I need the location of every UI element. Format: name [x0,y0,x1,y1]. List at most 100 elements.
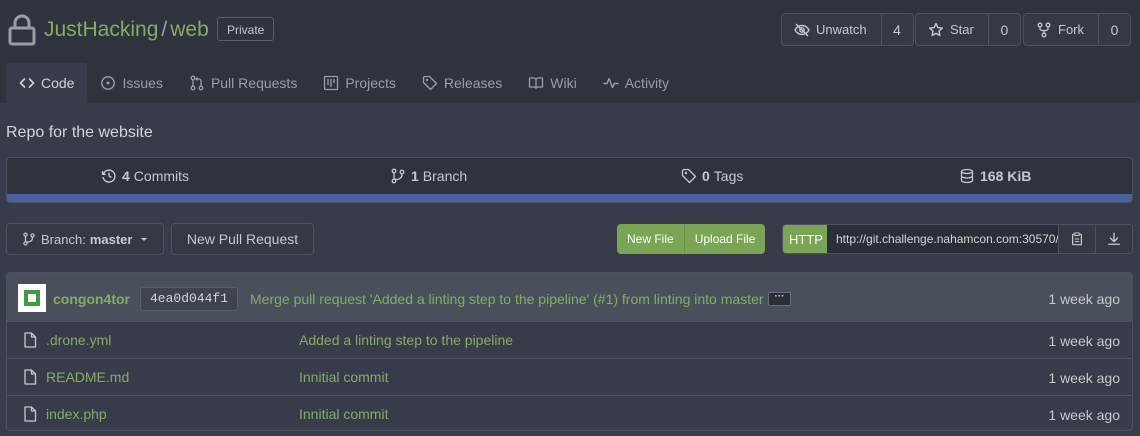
branch-name: master [89,231,133,247]
file-icon [24,369,37,385]
lock-icon [8,14,36,46]
new-pull-request-button[interactable]: New Pull Request [171,223,314,255]
tags-label: Tags [713,168,744,184]
tab-wiki[interactable]: Wiki [515,63,589,103]
repo-name-link[interactable]: web [170,18,209,41]
tab-code-label: Code [41,75,75,91]
unwatch-button[interactable]: Unwatch [782,14,882,45]
download-icon [1108,232,1120,245]
file-icon [24,332,37,348]
tab-issues-label: Issues [122,75,163,91]
commit-time: 1 week ago [1048,291,1120,307]
tab-pull-requests-label: Pull Requests [210,75,298,91]
language-bar[interactable] [7,194,1132,202]
file-table: congon4tor 4ea0d044f1 Merge pull request… [6,272,1133,431]
star-icon [929,22,943,36]
commits-label: Commits [133,168,190,184]
file-name[interactable]: index.php [46,406,107,422]
branch-dropdown[interactable]: Branch: master [6,223,164,255]
visibility-badge: Private [217,17,275,41]
new-file-button[interactable]: New File [617,224,684,254]
branches-count: 1 [411,168,419,184]
caret-down-icon [141,238,148,241]
branches-stat[interactable]: 1 Branch [390,158,467,194]
copy-url-button[interactable] [1058,225,1095,253]
branch-icon [23,232,35,246]
repo-title: JustHacking / web [44,17,209,43]
commit-sha[interactable]: 4ea0d044f1 [140,287,239,311]
branch-prefix: Branch: [41,231,86,247]
file-name[interactable]: README.md [46,369,129,385]
branches-label: Branch [422,168,468,184]
clone-box: HTTP http://git.challenge.nahamcon.com:3… [782,224,1133,254]
repo-tabs: Code Issues Pull Requests Projects Relea… [6,63,682,103]
commits-count: 4 [122,168,130,184]
commit-expand-button[interactable]: ··· [768,292,791,306]
repo-owner-link[interactable]: JustHacking [44,18,158,41]
file-commit-message[interactable]: Innitial commit [299,369,388,385]
commit-message[interactable]: Merge pull request 'Added a linting step… [250,291,764,307]
pull-request-icon [190,75,204,91]
code-icon [19,78,35,88]
database-icon [960,168,974,184]
file-time: 1 week ago [1048,407,1120,423]
commit-author[interactable]: congon4tor [53,291,130,307]
tab-issues[interactable]: Issues [87,63,175,103]
branch-icon [391,168,405,184]
star-button-group: Star 0 [915,13,1021,46]
repo-title-separator: / [161,18,168,41]
table-row: .drone.yml Added a linting step to the p… [7,321,1132,359]
tags-stat[interactable]: 0 Tags [681,158,743,194]
star-label: Star [950,22,974,37]
repo-description: Repo for the website [6,124,153,141]
repo-stats-bar: 4 Commits 1 Branch 0 Tags 168 KiB [6,157,1133,203]
watch-count[interactable]: 4 [882,14,913,45]
file-name[interactable]: .drone.yml [46,332,111,348]
tab-activity-label: Activity [624,75,670,91]
size-stat: 168 KiB [959,158,1035,194]
book-icon [529,77,544,90]
tab-code[interactable]: Code [6,63,88,103]
star-button[interactable]: Star [916,14,989,45]
file-actions-group: New File Upload File [617,224,766,254]
project-icon [324,75,339,91]
file-commit-message[interactable]: Added a linting step to the pipeline [299,332,513,348]
watch-button-group: Unwatch 4 [781,13,914,46]
latest-commit-row: congon4tor 4ea0d044f1 Merge pull request… [7,273,1132,321]
star-count[interactable]: 0 [989,14,1020,45]
file-icon [24,406,37,422]
pulse-icon [603,77,619,89]
tag-icon [681,168,697,184]
tags-count: 0 [702,168,710,184]
commits-stat[interactable]: 4 Commits [101,158,189,194]
download-button[interactable] [1095,225,1132,253]
clone-url-input[interactable]: http://git.challenge.nahamcon.com:30570/… [827,225,1058,253]
tab-releases[interactable]: Releases [409,63,515,103]
fork-icon [1037,22,1051,37]
upload-file-button[interactable]: Upload File [683,224,766,254]
clipboard-icon [1072,232,1082,246]
tag-icon [422,75,438,91]
repo-header: JustHacking / web Private Unwatch 4 Star 0… [0,0,1140,103]
repo-size: 168 KiB [980,168,1032,184]
file-commit-message[interactable]: Innitial commit [299,406,388,422]
clone-protocol-button[interactable]: HTTP [783,225,827,253]
tab-activity[interactable]: Activity [590,63,682,103]
fork-count[interactable]: 0 [1099,14,1130,45]
eye-slash-icon [794,23,810,36]
tab-projects[interactable]: Projects [310,63,409,103]
fork-label: Fork [1058,22,1084,37]
table-row: README.md Innitial commit 1 week ago [7,358,1132,396]
file-time: 1 week ago [1048,333,1120,349]
avatar[interactable] [18,284,46,312]
table-row: index.php Innitial commit 1 week ago [7,395,1132,430]
tab-pull-requests[interactable]: Pull Requests [176,63,310,103]
tab-wiki-label: Wiki [550,75,577,91]
fork-button[interactable]: Fork [1024,14,1099,45]
file-time: 1 week ago [1048,370,1120,386]
history-icon [101,169,116,183]
tab-projects-label: Projects [345,75,396,91]
fork-button-group: Fork 0 [1023,13,1131,46]
issue-icon [101,76,116,90]
unwatch-label: Unwatch [816,22,867,37]
